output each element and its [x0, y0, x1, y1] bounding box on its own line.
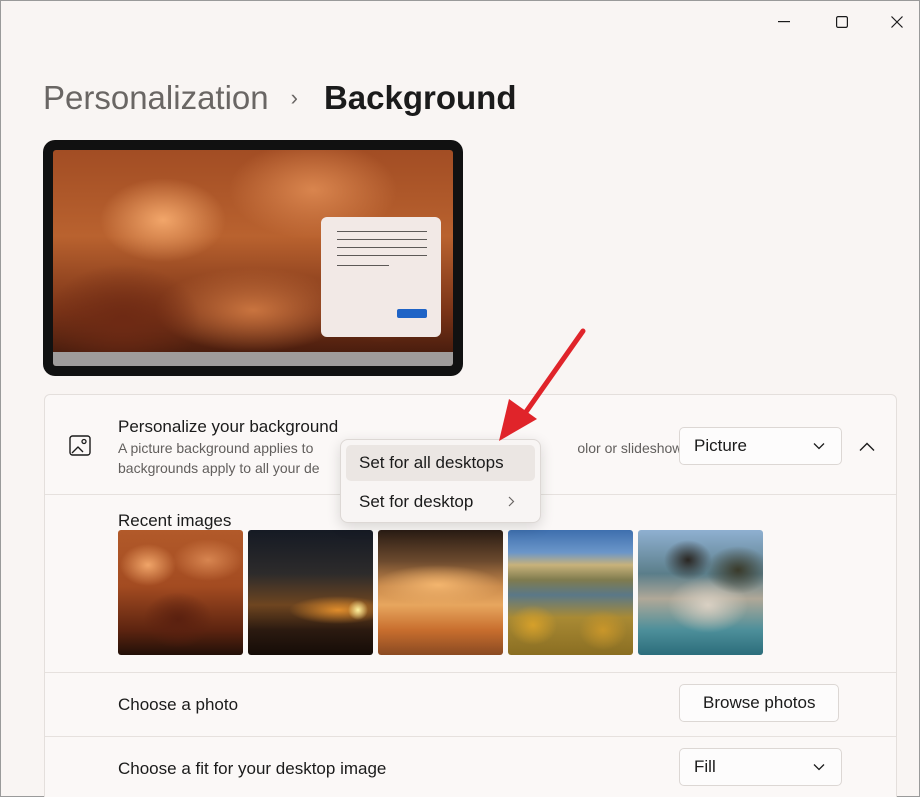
personalize-background-title: Personalize your background	[118, 417, 339, 436]
close-button[interactable]	[874, 5, 920, 39]
menu-item-label: Set for desktop	[359, 492, 474, 511]
maximize-button[interactable]	[819, 5, 865, 39]
background-type-dropdown[interactable]: Picture	[679, 427, 842, 465]
chevron-up-icon[interactable]	[855, 435, 879, 459]
preview-accent-button	[397, 309, 427, 318]
preview-taskbar	[53, 352, 453, 366]
chevron-right-icon	[508, 496, 515, 507]
description-line-1: A picture background applies to	[118, 440, 314, 456]
recent-images-label: Recent images	[118, 511, 232, 530]
desktop-preview	[43, 140, 463, 376]
preview-line	[337, 231, 427, 232]
choose-photo-label: Choose a photo	[118, 695, 239, 714]
preview-window-mock	[321, 217, 441, 337]
preview-wallpaper	[53, 150, 453, 366]
minimize-icon	[778, 21, 790, 23]
recent-image-storm-clouds[interactable]	[118, 530, 243, 655]
fit-value: Fill	[694, 757, 716, 776]
choose-fit-label: Choose a fit for your desktop image	[118, 759, 387, 778]
recent-images-list	[118, 530, 763, 655]
menu-item-label: Set for all desktops	[359, 453, 504, 472]
breadcrumb-separator-icon: ›	[290, 85, 298, 110]
menu-item-set-for-desktop[interactable]: Set for desktop	[346, 484, 535, 520]
picture-icon	[69, 435, 91, 456]
browse-photos-button[interactable]: Browse photos	[679, 684, 840, 722]
maximize-icon	[836, 16, 848, 28]
divider	[45, 672, 896, 673]
breadcrumb: Personalization › Background	[43, 75, 517, 121]
menu-item-set-for-all-desktops[interactable]: Set for all desktops	[346, 445, 535, 481]
chevron-down-icon	[813, 764, 825, 771]
personalize-background-description-2: backgrounds apply to all your de	[118, 460, 320, 476]
settings-window: Personalization › Background Personalize…	[0, 0, 920, 797]
minimize-button[interactable]	[761, 5, 807, 39]
context-menu: Set for all desktops Set for desktop	[340, 439, 541, 523]
recent-image-moon-sunset[interactable]	[248, 530, 373, 655]
preview-line	[337, 255, 427, 256]
recent-image-rhino[interactable]	[378, 530, 503, 655]
recent-image-lake-trees[interactable]	[508, 530, 633, 655]
fit-dropdown[interactable]: Fill	[679, 748, 842, 786]
background-type-value: Picture	[694, 436, 747, 455]
chevron-down-icon	[813, 443, 825, 450]
breadcrumb-parent[interactable]: Personalization	[43, 79, 269, 117]
preview-line	[337, 247, 427, 248]
title-bar	[1, 1, 919, 45]
close-icon	[891, 16, 903, 28]
description-line-1-tail: olor or slideshow	[577, 440, 683, 456]
page-title: Background	[323, 79, 517, 116]
divider	[45, 736, 896, 737]
recent-image-boulders[interactable]	[638, 530, 763, 655]
preview-line	[337, 265, 389, 266]
preview-line	[337, 239, 427, 240]
